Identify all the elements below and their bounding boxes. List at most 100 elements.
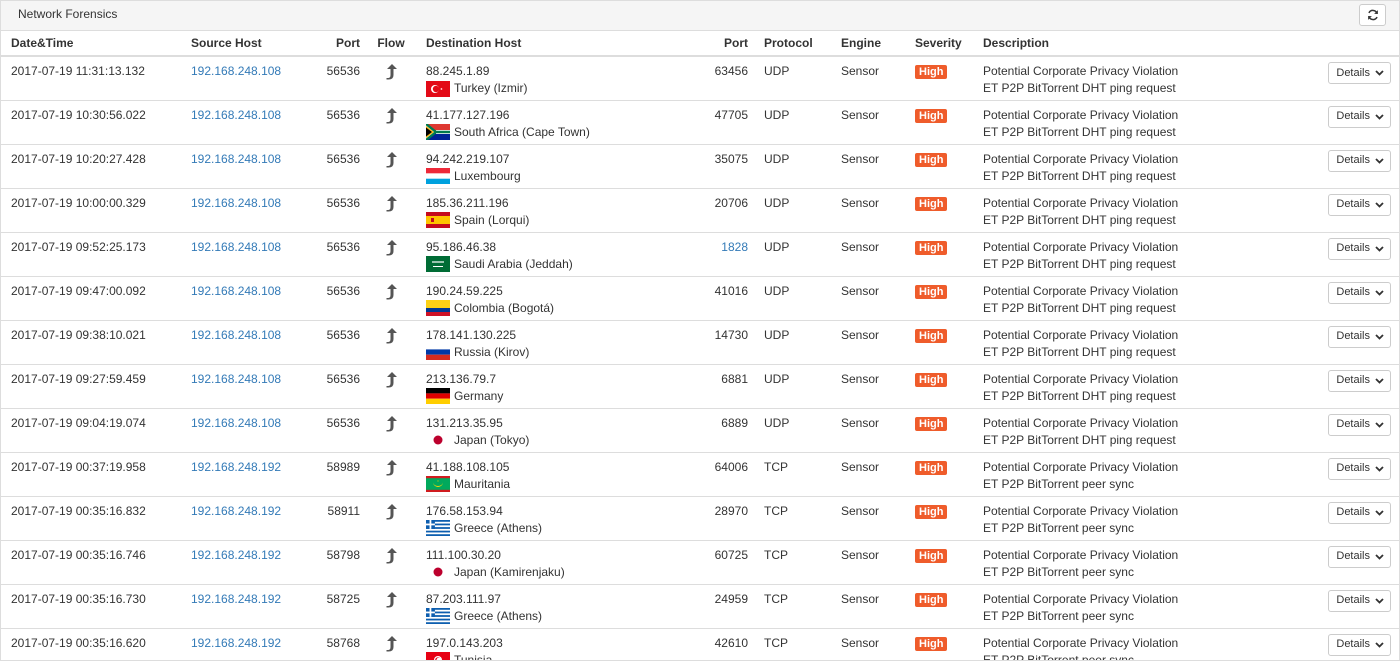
col-header-engine[interactable]: Engine — [831, 31, 905, 57]
table-row[interactable]: 2017-07-19 09:38:10.021 192.168.248.108 … — [1, 320, 1399, 365]
flow-cell — [366, 56, 416, 101]
source-port-cell: 58768 — [316, 628, 366, 660]
col-header-datetime[interactable]: Date&Time — [1, 31, 181, 57]
table-row[interactable]: 2017-07-19 10:00:00.329 192.168.248.108 … — [1, 188, 1399, 233]
source-host-link[interactable]: 192.168.248.108 — [191, 328, 281, 342]
datetime-cell: 2017-07-19 09:47:00.092 — [1, 276, 181, 321]
destination-host-cell: 41.188.108.105 Mauritania — [416, 452, 666, 497]
table-row[interactable]: 2017-07-19 00:37:19.958 192.168.248.192 … — [1, 452, 1399, 497]
greece-flag-icon — [426, 608, 450, 624]
dest-ip: 88.245.1.89 — [426, 64, 490, 78]
flow-cell — [366, 276, 416, 321]
refresh-button[interactable] — [1359, 4, 1386, 26]
table-row[interactable]: 2017-07-19 09:04:19.074 192.168.248.108 … — [1, 408, 1399, 453]
protocol-cell: UDP — [754, 100, 831, 145]
source-host-link[interactable]: 192.168.248.108 — [191, 372, 281, 386]
dest-ip: 190.24.59.225 — [426, 283, 503, 298]
details-button[interactable]: Details — [1328, 501, 1391, 524]
source-host-link[interactable]: 192.168.248.108 — [191, 240, 281, 254]
details-button[interactable]: Details — [1328, 369, 1391, 392]
tunisia-flag-icon — [426, 652, 450, 660]
col-header-destination-host[interactable]: Destination Host — [416, 31, 666, 57]
destination-host-cell: 88.245.1.89 Turkey (Izmir) — [416, 56, 666, 101]
severity-badge: High — [915, 416, 948, 431]
description-cell: Potential Corporate Privacy Violation ET… — [973, 276, 1399, 321]
dest-ip: 94.242.219.107 — [426, 151, 510, 166]
source-host-cell: 192.168.248.108 — [181, 56, 316, 101]
source-host-link[interactable]: 192.168.248.192 — [191, 636, 281, 650]
col-header-severity[interactable]: Severity — [905, 31, 973, 57]
details-button[interactable]: Details — [1328, 589, 1391, 612]
source-host-link[interactable]: 192.168.248.192 — [191, 460, 281, 474]
col-header-flow[interactable]: Flow — [366, 31, 416, 57]
severity-badge: High — [915, 108, 948, 123]
source-host-link[interactable]: 192.168.248.108 — [191, 152, 281, 166]
details-button[interactable]: Details — [1328, 457, 1391, 480]
source-host-cell: 192.168.248.108 — [181, 364, 316, 409]
dest-port-cell: 6881 — [666, 364, 754, 409]
severity-badge: High — [915, 592, 948, 607]
dest-port[interactable]: 1828 — [721, 240, 748, 254]
col-header-description[interactable]: Description — [973, 31, 1399, 57]
col-header-protocol[interactable]: Protocol — [754, 31, 831, 57]
source-host-link[interactable]: 192.168.248.108 — [191, 108, 281, 122]
details-button[interactable]: Details — [1328, 545, 1391, 568]
protocol-cell: TCP — [754, 540, 831, 585]
details-label: Details — [1336, 550, 1370, 562]
dest-country: Germany — [454, 388, 504, 403]
col-header-source-host[interactable]: Source Host — [181, 31, 316, 57]
source-host-link[interactable]: 192.168.248.192 — [191, 592, 281, 606]
source-host-link[interactable]: 192.168.248.108 — [191, 64, 281, 78]
details-label: Details — [1336, 66, 1370, 79]
engine-cell: Sensor — [831, 232, 905, 277]
engine-cell: Sensor — [831, 320, 905, 365]
table-row[interactable]: 2017-07-19 09:47:00.092 192.168.248.108 … — [1, 276, 1399, 321]
details-button[interactable]: Details — [1328, 413, 1391, 436]
severity-cell: High — [905, 364, 973, 409]
details-button[interactable]: Details — [1328, 193, 1391, 216]
datetime-cell: 2017-07-19 00:35:16.832 — [1, 496, 181, 541]
source-host-link[interactable]: 192.168.248.192 — [191, 548, 281, 562]
table-row[interactable]: 2017-07-19 11:31:13.132 192.168.248.108 … — [1, 56, 1399, 101]
dest-ip: 178.141.130.225 — [426, 327, 517, 342]
destination-host-cell: 87.203.111.97 Greece (Athens) — [416, 584, 666, 629]
chevron-down-icon — [1375, 245, 1384, 252]
outbound-arrow-icon — [386, 327, 397, 343]
table-row[interactable]: 2017-07-19 00:35:16.730 192.168.248.192 … — [1, 584, 1399, 629]
dest-port: 42610 — [714, 635, 748, 650]
source-host-link[interactable]: 192.168.248.108 — [191, 284, 281, 298]
table-row[interactable]: 2017-07-19 10:20:27.428 192.168.248.108 … — [1, 144, 1399, 189]
chevron-down-icon — [1375, 333, 1384, 340]
table-row[interactable]: 2017-07-19 00:35:16.832 192.168.248.192 … — [1, 496, 1399, 541]
protocol-cell: UDP — [754, 232, 831, 277]
chevron-down-icon — [1375, 597, 1384, 604]
flow-cell — [366, 584, 416, 629]
outbound-arrow-icon — [386, 591, 397, 607]
source-host-link[interactable]: 192.168.248.108 — [191, 196, 281, 210]
details-button[interactable]: Details — [1328, 237, 1391, 260]
table-row[interactable]: 2017-07-19 00:35:16.746 192.168.248.192 … — [1, 540, 1399, 585]
flow-cell — [366, 188, 416, 233]
details-button[interactable]: Details — [1328, 281, 1391, 304]
col-header-dest-port[interactable]: Port — [666, 31, 754, 57]
source-host-link[interactable]: 192.168.248.192 — [191, 504, 281, 518]
table-row[interactable]: 2017-07-19 09:27:59.459 192.168.248.108 … — [1, 364, 1399, 409]
details-button[interactable]: Details — [1328, 633, 1391, 656]
table-row[interactable]: 2017-07-19 09:52:25.173 192.168.248.108 … — [1, 232, 1399, 277]
severity-cell: High — [905, 628, 973, 660]
details-button[interactable]: Details — [1328, 62, 1391, 84]
details-button[interactable]: Details — [1328, 149, 1391, 172]
table-row[interactable]: 2017-07-19 00:35:16.620 192.168.248.192 … — [1, 628, 1399, 660]
source-host-link[interactable]: 192.168.248.108 — [191, 416, 281, 430]
details-button[interactable]: Details — [1328, 325, 1391, 348]
dest-port: 41016 — [714, 283, 748, 298]
dest-country: Japan (Kamirenjaku) — [454, 564, 565, 579]
col-header-source-port[interactable]: Port — [316, 31, 366, 57]
dest-port-cell: 60725 — [666, 540, 754, 585]
source-host-cell: 192.168.248.108 — [181, 232, 316, 277]
details-button[interactable]: Details — [1328, 105, 1391, 128]
engine-cell: Sensor — [831, 100, 905, 145]
description-cell: Potential Corporate Privacy Violation ET… — [973, 320, 1399, 365]
table-row[interactable]: 2017-07-19 10:30:56.022 192.168.248.108 … — [1, 100, 1399, 145]
dest-country: Greece (Athens) — [454, 520, 543, 535]
